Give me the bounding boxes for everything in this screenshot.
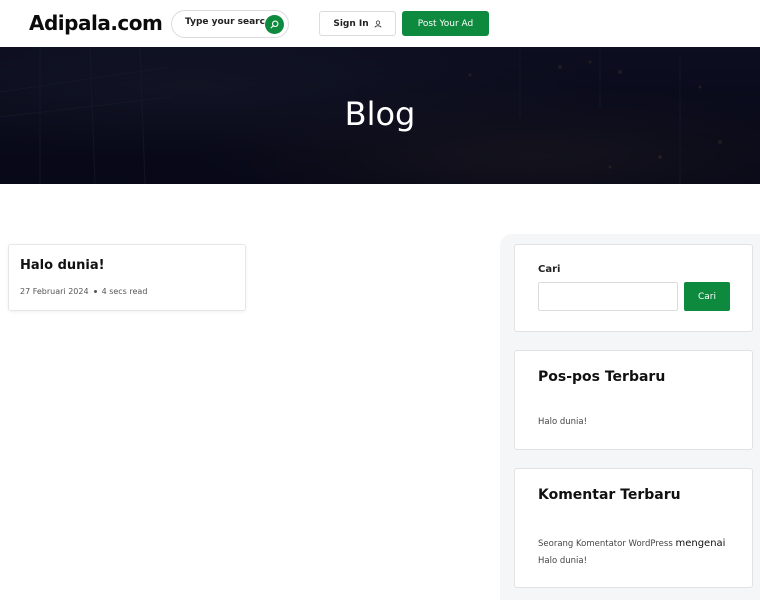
search-widget-label: Cari <box>538 264 561 275</box>
post-date: 27 Februari 2024 <box>20 287 89 296</box>
recent-comment-item: Seorang Komentator WordPress mengenai Ha… <box>538 535 738 570</box>
post-ad-button[interactable]: Post Your Ad <box>402 11 489 36</box>
sidebar-search-input[interactable] <box>538 282 678 311</box>
post-card: Halo dunia! 27 Februari 2024 4 secs read <box>8 244 246 311</box>
sign-in-button[interactable]: Sign In <box>319 11 396 36</box>
search-box <box>171 10 289 38</box>
search-input[interactable] <box>185 17 265 27</box>
recent-post-link[interactable]: Halo dunia! <box>538 417 587 427</box>
sidebar-search-button[interactable]: Cari <box>684 282 730 311</box>
hero-banner: Blog <box>0 47 760 184</box>
comment-post-link[interactable]: Halo dunia! <box>538 556 587 566</box>
search-button[interactable] <box>265 15 284 34</box>
site-logo[interactable]: Adipala.com <box>29 11 163 35</box>
post-title-link[interactable]: Halo dunia! <box>20 258 105 273</box>
recent-comments-widget: Komentar Terbaru Seorang Komentator Word… <box>514 468 753 588</box>
search-widget: Cari Cari <box>514 244 753 332</box>
recent-posts-title: Pos-pos Terbaru <box>538 369 666 385</box>
recent-comments-title: Komentar Terbaru <box>538 487 681 503</box>
search-icon <box>270 20 279 29</box>
comment-author-link[interactable]: Seorang Komentator WordPress <box>538 539 673 549</box>
meta-separator-dot <box>93 290 97 293</box>
recent-posts-widget: Pos-pos Terbaru Halo dunia! <box>514 350 753 450</box>
sign-in-label: Sign In <box>333 18 369 29</box>
site-header: Adipala.com Sign In Post Your Ad <box>0 0 760 47</box>
comment-connector: mengenai <box>675 538 726 549</box>
post-read-time: 4 secs read <box>101 287 148 296</box>
post-meta: 27 Februari 2024 4 secs read <box>20 287 147 296</box>
user-icon <box>374 19 382 28</box>
page-title: Blog <box>344 95 416 133</box>
